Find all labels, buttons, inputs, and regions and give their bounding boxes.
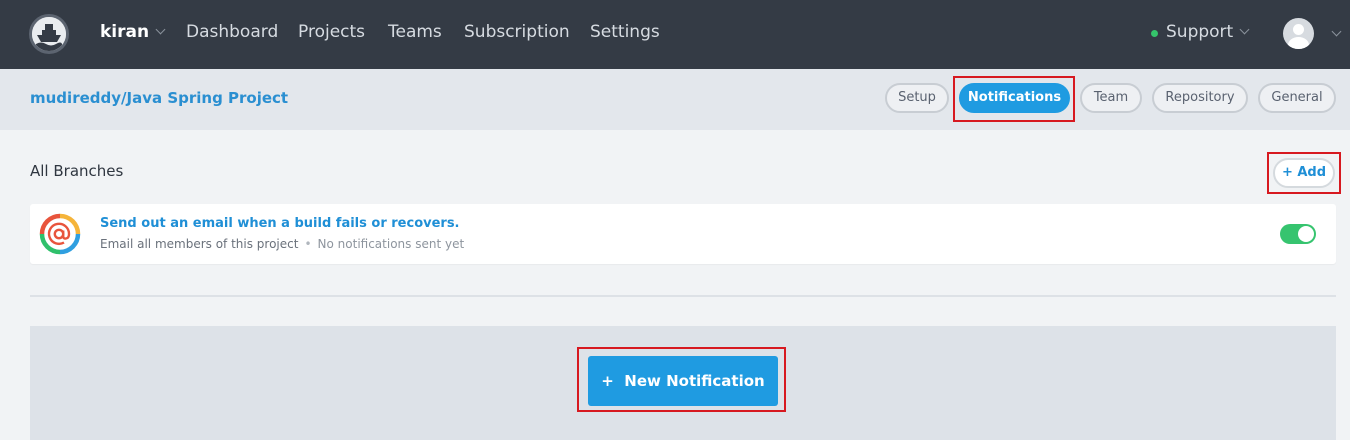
nav-subscription[interactable]: Subscription <box>464 22 570 42</box>
notification-title[interactable]: Send out an email when a build fails or … <box>100 216 460 231</box>
notification-toggle[interactable] <box>1280 224 1316 244</box>
tab-setup[interactable]: Setup <box>885 83 949 113</box>
divider <box>30 295 1336 297</box>
nav-projects[interactable]: Projects <box>298 22 365 42</box>
tab-team[interactable]: Team <box>1080 83 1142 113</box>
avatar-body <box>1288 37 1309 49</box>
toggle-knob <box>1298 226 1314 242</box>
nav-teams[interactable]: Teams <box>388 22 442 42</box>
user-menu[interactable]: kiran <box>100 22 166 42</box>
email-at-icon <box>39 213 81 255</box>
project-title[interactable]: mudireddy/Java Spring Project <box>30 89 288 107</box>
support-label: Support <box>1166 22 1234 42</box>
user-avatar-icon[interactable] <box>1283 18 1314 49</box>
highlight-add-button <box>1267 152 1341 194</box>
chevron-down-icon <box>1239 24 1250 35</box>
status-dot-icon <box>1151 30 1158 37</box>
highlight-new-notification <box>577 347 786 412</box>
notification-status: No notifications sent yet <box>317 237 465 251</box>
ship-logo-icon[interactable] <box>29 14 69 54</box>
highlight-notifications-tab <box>953 76 1075 122</box>
avatar-head <box>1293 24 1304 35</box>
notification-card <box>30 204 1336 264</box>
separator: • <box>304 237 312 251</box>
nav-dashboard[interactable]: Dashboard <box>186 22 278 42</box>
support-menu[interactable]: Support <box>1166 22 1250 42</box>
section-title: All Branches <box>30 162 124 180</box>
user-name: kiran <box>100 22 150 42</box>
tab-general[interactable]: General <box>1258 83 1336 113</box>
tab-repository[interactable]: Repository <box>1152 83 1248 113</box>
nav-settings[interactable]: Settings <box>590 22 660 42</box>
notification-details: Email all members of this project • No not… <box>100 237 464 251</box>
chevron-down-icon <box>155 24 166 35</box>
notification-recipients: Email all members of this project <box>100 237 299 251</box>
